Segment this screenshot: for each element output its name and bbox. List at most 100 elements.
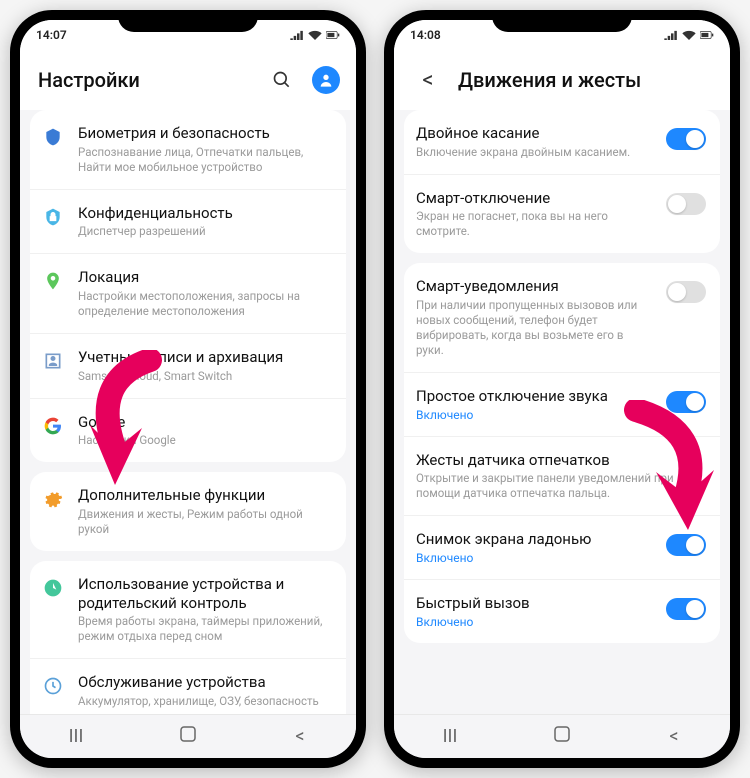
settings-item[interactable]: Использование устройства и родительский … xyxy=(30,561,346,659)
item-text: Использование устройства и родительский … xyxy=(78,575,332,644)
item-subtitle: Диспетчер разрешений xyxy=(78,224,332,239)
settings-item[interactable]: Биометрия и безопасностьРаспознавание ли… xyxy=(30,110,346,190)
settings-group: Биометрия и безопасностьРаспознавание ли… xyxy=(30,110,346,462)
nav-home[interactable] xyxy=(547,726,577,747)
item-state: Включено xyxy=(416,408,652,422)
nav-back[interactable]: < xyxy=(659,726,689,747)
settings-item[interactable]: GoogleНастройки Google xyxy=(30,399,346,463)
nav-recents[interactable]: III xyxy=(435,726,465,747)
gesture-item[interactable]: Простое отключение звука Включено xyxy=(404,373,720,437)
item-subtitle: Настройки Google xyxy=(78,433,332,448)
page-title: Настройки xyxy=(38,68,252,92)
search-icon xyxy=(272,70,292,90)
wifi-icon xyxy=(308,30,322,40)
signal-icon xyxy=(664,30,678,40)
toggle-switch[interactable] xyxy=(666,534,706,556)
item-title: Дополнительные функции xyxy=(78,486,332,505)
toggle-switch[interactable] xyxy=(666,281,706,303)
item-state: Включено xyxy=(416,551,652,565)
back-icon: < xyxy=(422,68,433,93)
gesture-item[interactable]: Жесты датчика отпечатковОткрытие и закры… xyxy=(404,437,720,517)
item-subtitle: Настройки местоположения, запросы на опр… xyxy=(78,289,332,319)
profile-avatar[interactable] xyxy=(312,66,340,94)
item-subtitle: Открытие и закрытие панели уведомлений п… xyxy=(416,471,706,501)
toggle-switch[interactable] xyxy=(666,598,706,620)
notch xyxy=(118,10,258,32)
item-title: Смарт-уведомления xyxy=(416,277,652,296)
item-text: Обслуживание устройства Аккумулятор, хран… xyxy=(78,673,332,709)
item-text: Учетные записи и архивацияSamsung Cloud,… xyxy=(78,348,332,384)
wellbeing-icon xyxy=(42,577,64,599)
settings-item[interactable]: Обслуживание устройства Аккумулятор, хран… xyxy=(30,659,346,714)
item-text: КонфиденциальностьДиспетчер разрешений xyxy=(78,204,332,240)
nav-back[interactable]: < xyxy=(285,726,315,747)
settings-item[interactable]: Дополнительные функции Движения и жесты, … xyxy=(30,472,346,551)
advanced-icon xyxy=(42,488,64,510)
item-title: Google xyxy=(78,413,332,432)
item-text: Биометрия и безопасностьРаспознавание ли… xyxy=(78,124,332,175)
accounts-icon xyxy=(42,350,64,372)
privacy-icon xyxy=(42,206,64,228)
item-text: GoogleНастройки Google xyxy=(78,413,332,449)
item-subtitle: Движения и жесты, Режим работы одной рук… xyxy=(78,507,332,537)
toggle-switch[interactable] xyxy=(666,193,706,215)
item-subtitle: Аккумулятор, хранилище, ОЗУ, безопасност… xyxy=(78,694,332,709)
notch xyxy=(492,10,632,32)
care-icon xyxy=(42,675,64,697)
item-title: Снимок экрана ладонью xyxy=(416,530,652,549)
gesture-group: Двойное касание Включение экрана двойным … xyxy=(404,110,720,253)
nav-home[interactable] xyxy=(173,726,203,747)
status-time: 14:08 xyxy=(410,28,441,42)
item-title: Локация xyxy=(78,268,332,287)
status-icons xyxy=(664,30,714,40)
item-text: Снимок экрана ладонью Включено xyxy=(416,530,652,565)
item-title: Жесты датчика отпечатков xyxy=(416,451,706,470)
item-text: Простое отключение звука Включено xyxy=(416,387,652,422)
location-icon xyxy=(42,270,64,292)
item-subtitle: Samsung Cloud, Smart Switch xyxy=(78,369,332,384)
header: Настройки xyxy=(20,50,356,110)
status-icons xyxy=(290,30,340,40)
item-title: Смарт-отключение xyxy=(416,189,652,208)
google-icon xyxy=(42,415,64,437)
item-title: Обслуживание устройства xyxy=(78,673,332,692)
signal-icon xyxy=(290,30,304,40)
battery-icon xyxy=(700,30,714,40)
gesture-item[interactable]: Быстрый вызов Включено xyxy=(404,580,720,643)
item-text: Дополнительные функции Движения и жесты, … xyxy=(78,486,332,537)
toggle-switch[interactable] xyxy=(666,128,706,150)
item-subtitle: Включение экрана двойным касанием. xyxy=(416,145,652,160)
nav-recents[interactable]: III xyxy=(61,726,91,747)
settings-group: Дополнительные функции Движения и жесты, … xyxy=(30,472,346,551)
status-time: 14:07 xyxy=(36,28,67,42)
item-title: Простое отключение звука xyxy=(416,387,652,406)
gesture-item[interactable]: Смарт-отключениеЭкран не погаснет, пока … xyxy=(404,175,720,254)
settings-group: Использование устройства и родительский … xyxy=(30,561,346,714)
gesture-item[interactable]: Смарт-уведомления При наличии пропущенных… xyxy=(404,263,720,373)
nav-bar: III < xyxy=(394,714,730,758)
phone-left: 14:07 Настройки Биометрия и безопасность… xyxy=(10,10,366,768)
gestures-list[interactable]: Двойное касание Включение экрана двойным … xyxy=(394,110,730,714)
toggle-switch[interactable] xyxy=(666,391,706,413)
item-subtitle: При наличии пропущенных вызовов или новы… xyxy=(416,298,652,358)
gesture-group: Смарт-уведомления При наличии пропущенных… xyxy=(404,263,720,642)
search-button[interactable] xyxy=(266,64,298,96)
gesture-item[interactable]: Снимок экрана ладонью Включено xyxy=(404,516,720,580)
battery-icon xyxy=(326,30,340,40)
item-title: Быстрый вызов xyxy=(416,594,652,613)
settings-item[interactable]: КонфиденциальностьДиспетчер разрешений xyxy=(30,190,346,255)
nav-bar: III < xyxy=(20,714,356,758)
back-button[interactable]: < xyxy=(412,64,444,96)
item-title: Двойное касание xyxy=(416,124,652,143)
item-state: Включено xyxy=(416,615,652,629)
item-text: Смарт-уведомления При наличии пропущенных… xyxy=(416,277,652,358)
header: < Движения и жесты xyxy=(394,50,730,110)
gesture-item[interactable]: Двойное касание Включение экрана двойным … xyxy=(404,110,720,175)
settings-list[interactable]: Биометрия и безопасностьРаспознавание ли… xyxy=(20,110,356,714)
item-text: Локация Настройки местоположения, запросы… xyxy=(78,268,332,319)
settings-item[interactable]: Учетные записи и архивацияSamsung Cloud,… xyxy=(30,334,346,399)
item-title: Конфиденциальность xyxy=(78,204,332,223)
item-subtitle: Время работы экрана, таймеры приложений,… xyxy=(78,614,332,644)
settings-item[interactable]: Локация Настройки местоположения, запросы… xyxy=(30,254,346,334)
biometrics-icon xyxy=(42,126,64,148)
